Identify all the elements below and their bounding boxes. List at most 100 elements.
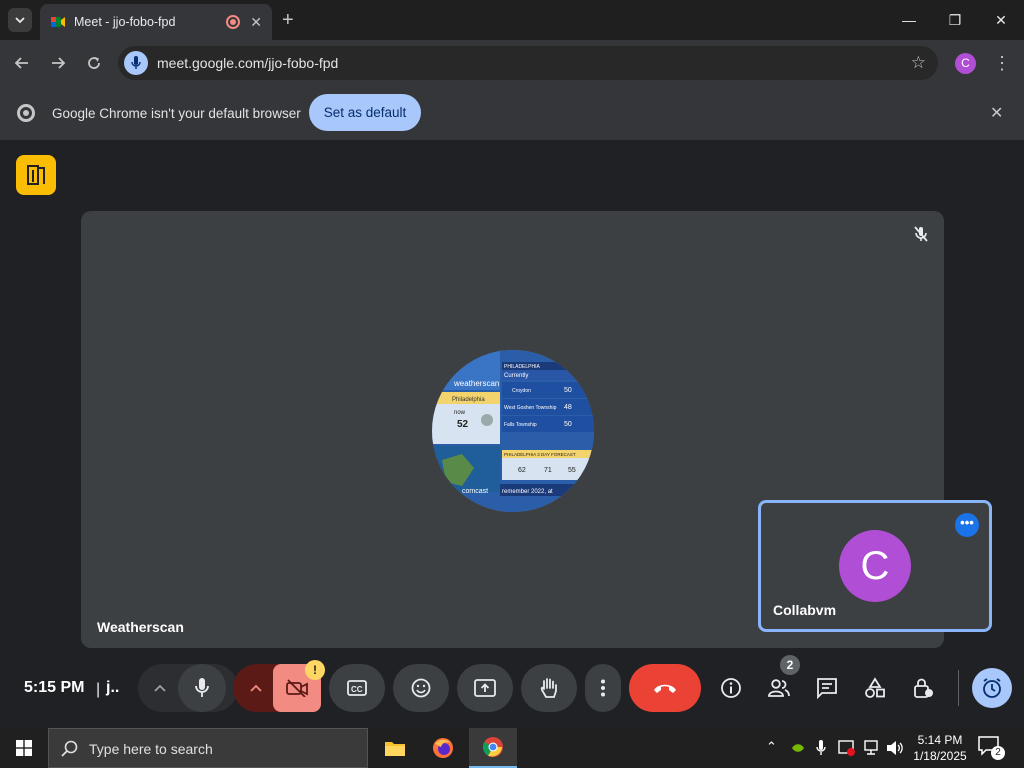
minimize-button[interactable]: — [886,6,932,34]
chevron-up-icon [154,684,166,692]
mic-off-icon [912,225,930,248]
avatar-forecast-header: PHILADELPHIA 3 DAY FORECAST [504,452,576,457]
meet-call-area: weatherscan Philadelphia now 52 comcast … [0,140,1024,728]
security-tray-icon[interactable] [838,740,856,756]
chevron-up-icon [250,684,262,692]
meet-favicon-icon [51,17,65,27]
chat-button[interactable] [807,668,847,708]
avatar-brand: weatherscan [453,379,499,388]
forward-arrow-icon [52,57,66,69]
volume-tray-icon[interactable] [886,740,904,756]
avatar-ticker: remember 2022, at [502,489,553,495]
back-arrow-icon [14,57,28,69]
microphone-in-use-icon[interactable] [124,51,148,75]
host-controls-button[interactable] [903,668,943,708]
people-icon [768,679,790,697]
back-button[interactable] [9,50,35,76]
restore-button[interactable]: ❐ [932,6,978,34]
microphone-button[interactable] [178,664,226,712]
microphone-tray-icon[interactable] [816,740,826,756]
taskbar-time: 5:14 PM [917,733,963,747]
new-tab-button[interactable]: + [282,8,294,32]
lock-person-icon [914,678,933,698]
avatar-row-3-temp: 50 [564,421,572,428]
forward-button[interactable] [45,50,71,76]
browser-tab-strip: Meet - jjo-fobo-fpd ✕ + — ❐ ✕ [0,0,1024,40]
raise-hand-button[interactable] [521,664,577,712]
present-screen-button[interactable] [457,664,513,712]
infobar-message: Google Chrome isn't your default browser [52,106,301,121]
chat-icon [817,678,837,699]
microphone-icon [195,678,209,697]
reactions-button[interactable] [393,664,449,712]
close-window-button[interactable]: ✕ [978,6,1024,34]
start-button[interactable] [0,728,48,768]
avatar-forecast-2: 71 [544,467,552,474]
search-icon [61,740,78,757]
avatar-temp: 52 [457,419,469,430]
windows-logo-icon [16,740,32,756]
notification-center-button[interactable]: 2 [978,736,1005,760]
browser-toolbar: meet.google.com/jjo-fobo-fpd ☆ [0,40,1024,86]
taskbar-clock[interactable]: 5:14 PM 1/18/2025 [912,732,968,764]
reload-icon [88,57,100,69]
meet-companion-icon[interactable] [16,155,56,195]
people-count-badge: 2 [780,655,800,675]
profile-avatar[interactable]: C [955,53,976,74]
taskbar-file-explorer[interactable] [371,728,419,768]
avatar-row-3-name: Falls Township [504,422,537,428]
shapes-icon [865,677,885,698]
participant-name-self: Collabvm [773,602,837,618]
audio-options-button[interactable] [140,668,180,708]
video-options-button[interactable] [236,668,276,708]
clock-separator: | [96,681,101,698]
chrome-logo-icon [17,104,35,122]
avatar-forecast-3: 55 [568,467,576,474]
chrome-menu-button[interactable]: ⋮ [993,52,1011,74]
windows-taskbar: Type here to search ⌃ 5:14 PM 1/18/2025 … [0,728,1024,768]
set-as-default-button[interactable]: Set as default [309,94,421,131]
meeting-clock: 5:15 PM [24,679,85,696]
present-screen-icon [474,679,496,697]
nvidia-tray-icon[interactable] [791,741,805,755]
hand-icon [540,678,557,698]
avatar-row-2-name: West Goshen Township [504,405,557,411]
infobar-close-icon[interactable]: ✕ [990,103,1003,123]
folder-icon [385,742,405,756]
taskbar-search-placeholder: Type here to search [89,741,213,757]
camera-warning-badge: ! [305,660,325,680]
more-vert-icon [601,679,605,697]
more-options-toolbar-button[interactable] [585,664,621,712]
bookmark-star-icon[interactable]: ☆ [911,53,926,73]
tray-overflow-icon[interactable]: ⌃ [766,739,777,755]
browser-tab-meet[interactable]: Meet - jjo-fobo-fpd ✕ [40,4,272,40]
more-options-button[interactable]: ••• [955,513,979,537]
notification-count-badge: 2 [991,746,1005,760]
activities-button[interactable] [855,668,895,708]
weatherscan-avatar-image: weatherscan Philadelphia now 52 comcast … [432,350,594,512]
timer-button[interactable] [972,668,1012,708]
address-bar[interactable]: meet.google.com/jjo-fobo-fpd ☆ [118,46,938,80]
reload-button[interactable] [81,50,107,76]
network-tray-icon[interactable] [862,740,880,756]
firefox-icon [433,738,453,758]
tab-close-button[interactable]: ✕ [250,14,262,31]
svg-text:CC: CC [351,685,363,694]
recording-indicator-icon [226,15,241,29]
emoji-icon [411,678,431,698]
meeting-code: j.. [106,679,120,696]
captions-button[interactable]: CC [329,664,385,712]
default-browser-infobar: Google Chrome isn't your default browser… [0,86,1024,140]
taskbar-chrome[interactable] [469,728,517,768]
closed-captions-icon: CC [347,680,367,696]
avatar-row-2-temp: 48 [564,404,572,411]
meeting-details-button[interactable] [711,668,751,708]
self-view-tile[interactable]: C ••• Collabvm [758,500,992,632]
participant-name-main: Weatherscan [97,619,184,635]
chevron-down-icon [15,16,25,23]
taskbar-firefox[interactable] [419,728,467,768]
chrome-icon [482,737,503,757]
tab-search-button[interactable] [8,8,32,32]
leave-call-button[interactable] [629,664,701,712]
taskbar-search-box[interactable]: Type here to search [48,728,368,768]
